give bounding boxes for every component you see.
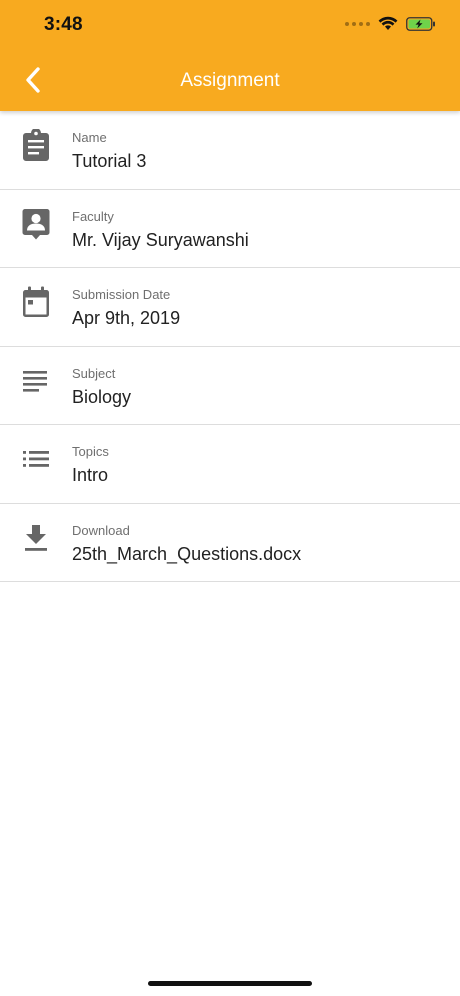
field-value: Biology — [72, 386, 132, 407]
clipboard-icon — [20, 129, 52, 161]
field-label: Download — [72, 522, 130, 538]
list-item-download[interactable]: Download 25th_March_Questions.docx — [0, 504, 460, 582]
field-label: Topics — [72, 444, 109, 459]
list-item-subject: Subject Biology — [0, 347, 460, 425]
download-icon[interactable] — [20, 522, 52, 554]
field-label: Faculty — [72, 208, 114, 224]
page-title: Assignment — [180, 70, 280, 91]
field-label: Subject — [72, 365, 116, 381]
cellular-signal-icon — [345, 21, 370, 26]
list-icon — [20, 443, 52, 475]
list-item-faculty: Faculty Mr. Vijay Suryawanshi — [0, 190, 460, 268]
wifi-icon — [378, 16, 398, 30]
status-indicators — [345, 16, 436, 31]
home-indicator[interactable] — [148, 981, 312, 986]
download-file-link[interactable]: 25th_March_Questions.docx — [72, 544, 301, 565]
battery-charging-icon — [406, 16, 435, 31]
field-value: Intro — [72, 465, 109, 485]
field-value: Apr 9th, 2019 — [72, 308, 181, 328]
field-label: Submission Date — [72, 287, 171, 302]
app-header: 3:48 Assignment — [0, 0, 460, 111]
calendar-icon — [20, 286, 52, 318]
field-label: Name — [72, 130, 107, 145]
field-value: Mr. Vijay Suryawanshi — [72, 229, 249, 250]
contact-badge-icon — [20, 208, 52, 240]
list-item-topics: Topics Intro — [0, 425, 460, 504]
list-item-name: Name Tutorial 3 — [0, 111, 460, 190]
field-value: Tutorial 3 — [72, 151, 147, 171]
status-time: 3:48 — [44, 14, 83, 35]
assignment-details-list: Name Tutorial 3 Faculty Mr. Vijay Suryaw… — [0, 111, 460, 582]
lines-icon — [20, 365, 52, 397]
list-item-submission-date: Submission Date Apr 9th, 2019 — [0, 268, 460, 347]
